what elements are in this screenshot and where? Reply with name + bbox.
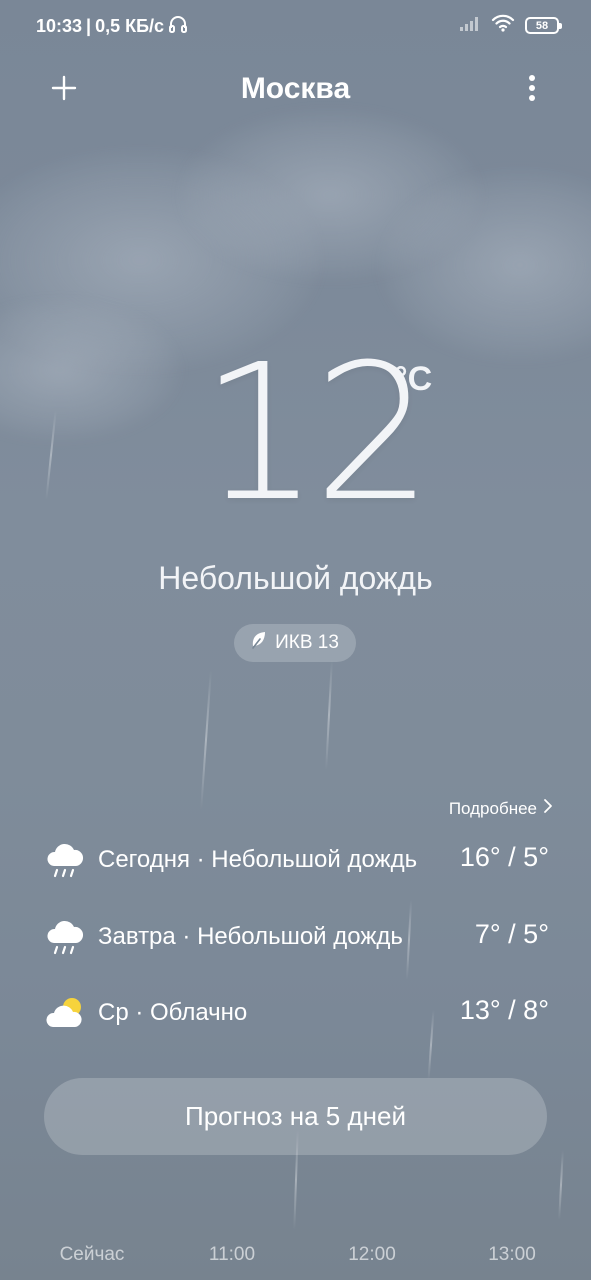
status-separator: | xyxy=(86,16,92,36)
headphones-icon xyxy=(168,15,188,38)
more-vertical-icon xyxy=(528,74,536,107)
hour-label: Сейчас xyxy=(59,1244,125,1265)
forecast-day-label: Ср · Облачно xyxy=(98,999,248,1026)
forecast-day-label: Завтра · Небольшой дождь xyxy=(98,923,403,950)
app-header: Москва xyxy=(0,62,591,122)
forecast-temperature-range: 7° / 5° xyxy=(474,919,549,949)
chevron-right-icon xyxy=(543,798,553,819)
battery-level: 58 xyxy=(535,19,549,32)
wifi-icon xyxy=(491,14,515,37)
hour-label: 12:00 xyxy=(348,1244,396,1265)
rain-cloud-icon xyxy=(44,840,86,880)
forecast-day-label: Сегодня · Небольшой дождь xyxy=(98,846,418,873)
five-day-forecast-button[interactable]: Прогноз на 5 дней xyxy=(44,1078,547,1155)
forecast-row-tomorrow[interactable]: Завтра · Небольшой дождь 7° / 5° xyxy=(0,907,591,967)
hourly-timeline: Сейчас 11:00 12:00 13:00 xyxy=(0,1244,591,1274)
current-temperature-block: 12 °C xyxy=(0,340,591,540)
hour-label: 13:00 xyxy=(488,1244,536,1265)
hour-label: 11:00 xyxy=(208,1244,256,1265)
current-condition: Небольшой дождь xyxy=(158,560,433,596)
forecast-row-wednesday[interactable]: Ср · Облачно 13° / 8° xyxy=(0,983,591,1043)
city-name: Москва xyxy=(240,72,351,105)
leaf-icon xyxy=(251,631,267,655)
forecast-details-link[interactable]: Подробнее xyxy=(449,798,553,819)
status-bar-left: 10:33 | 0,5 КБ/с xyxy=(36,15,188,38)
more-menu-button[interactable] xyxy=(517,70,547,110)
aqi-label: ИКВ 13 xyxy=(275,632,339,653)
battery-indicator: 58 xyxy=(525,17,562,34)
status-bar-right: 58 xyxy=(459,14,562,37)
forecast-temperature-range: 13° / 8° xyxy=(459,995,549,1025)
clock: 10:33 xyxy=(36,16,83,36)
rain-cloud-icon xyxy=(44,917,86,957)
partly-cloudy-icon xyxy=(44,993,86,1033)
forecast-temperature-range: 16° / 5° xyxy=(459,842,549,872)
forecast-row-today[interactable]: Сегодня · Небольшой дождь 16° / 5° xyxy=(0,830,591,890)
signal-icon xyxy=(459,15,481,36)
status-bar: 10:33 | 0,5 КБ/с 58 xyxy=(0,0,591,52)
details-label: Подробнее xyxy=(448,798,537,818)
temperature-unit: °C xyxy=(394,360,433,398)
aqi-badge[interactable]: ИКВ 13 xyxy=(234,624,356,662)
network-speed: 0,5 КБ/с xyxy=(95,16,165,36)
